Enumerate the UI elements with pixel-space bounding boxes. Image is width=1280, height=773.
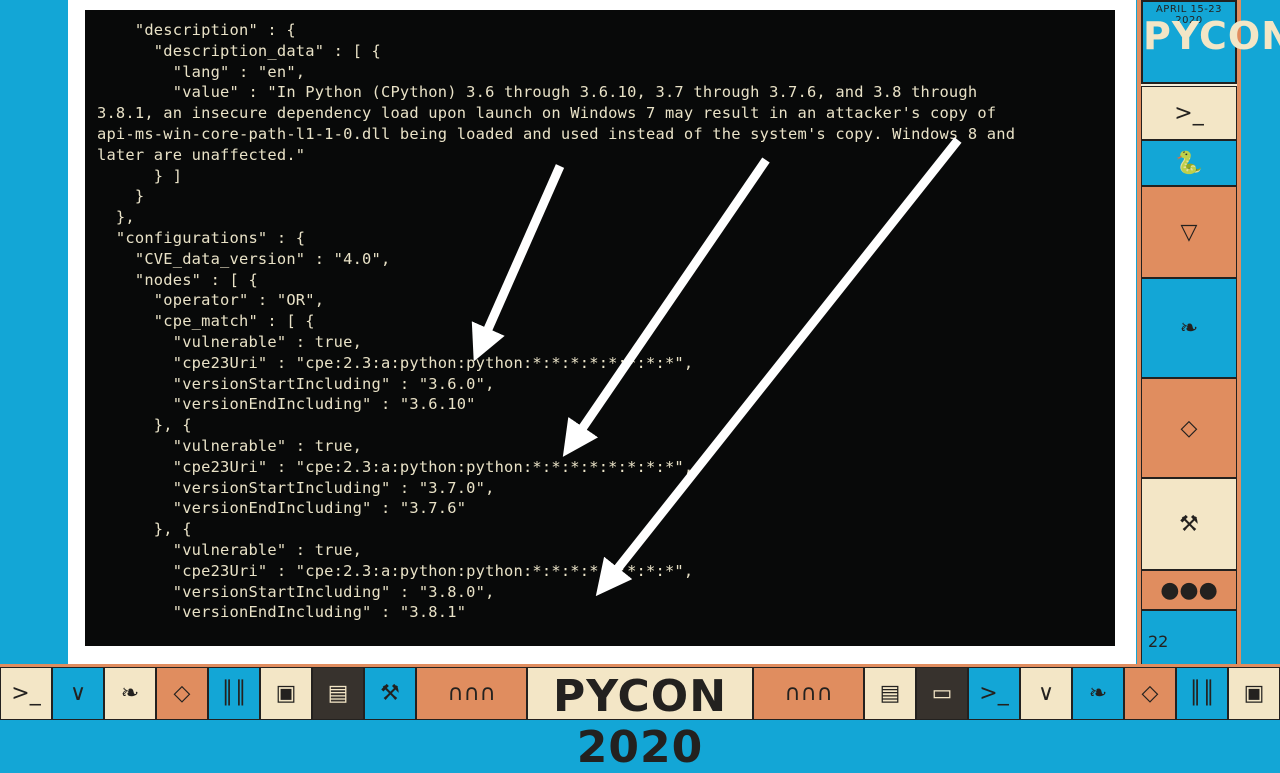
wave-icon: ∨ bbox=[1020, 667, 1072, 720]
pycon-wordmark: PYCON bbox=[1143, 14, 1280, 58]
robot-icon: ▣ bbox=[1228, 667, 1280, 720]
right-edge-strip bbox=[1241, 0, 1280, 668]
wave-icon: ∨ bbox=[52, 667, 104, 720]
code-terminal: "description" : { "description_data" : [… bbox=[85, 10, 1115, 646]
tools-icon: ⚒ bbox=[364, 667, 416, 720]
bridge-icon: ∩∩∩ bbox=[416, 667, 527, 720]
screen-icon: ▭ bbox=[916, 667, 968, 720]
robot-icon: ▣ bbox=[260, 667, 312, 720]
bars-icon: ║║ bbox=[1176, 667, 1228, 720]
diamond-icon: ◇ bbox=[156, 667, 208, 720]
shield-icon: ▽ bbox=[1141, 186, 1237, 278]
diamond-icon: ◇ bbox=[1124, 667, 1176, 720]
snake-icon: 🐍 bbox=[1141, 140, 1237, 186]
tools-icon: ⚒ bbox=[1141, 478, 1237, 570]
json-code-block: "description" : { "description_data" : [… bbox=[97, 21, 1016, 622]
bridge-icon: ∩∩∩ bbox=[753, 667, 864, 720]
window-icon: ▤ bbox=[312, 667, 364, 720]
diamond-icon: ◇ bbox=[1141, 378, 1237, 478]
dots-icon: ●●● bbox=[1141, 570, 1237, 610]
terminal-prompt-icon: >_ bbox=[0, 667, 52, 720]
pycon-top-logo: APRIL 15-23 2020 PYCON bbox=[1141, 0, 1280, 84]
pycon-2020-wordmark: PYCON 2020 bbox=[552, 671, 728, 773]
window-icon: ▤ bbox=[864, 667, 916, 720]
page-number: 22 bbox=[1148, 632, 1169, 651]
leaf-icon: ❧ bbox=[104, 667, 156, 720]
pycon-2020-logo: PYCON 2020 bbox=[527, 667, 753, 773]
terminal-prompt-icon: >_ bbox=[1141, 86, 1237, 140]
leaf-icon: ❧ bbox=[1141, 278, 1237, 378]
leaf-icon: ❧ bbox=[1072, 667, 1124, 720]
bars-icon: ║║ bbox=[208, 667, 260, 720]
terminal-prompt-icon: >_ bbox=[968, 667, 1020, 720]
